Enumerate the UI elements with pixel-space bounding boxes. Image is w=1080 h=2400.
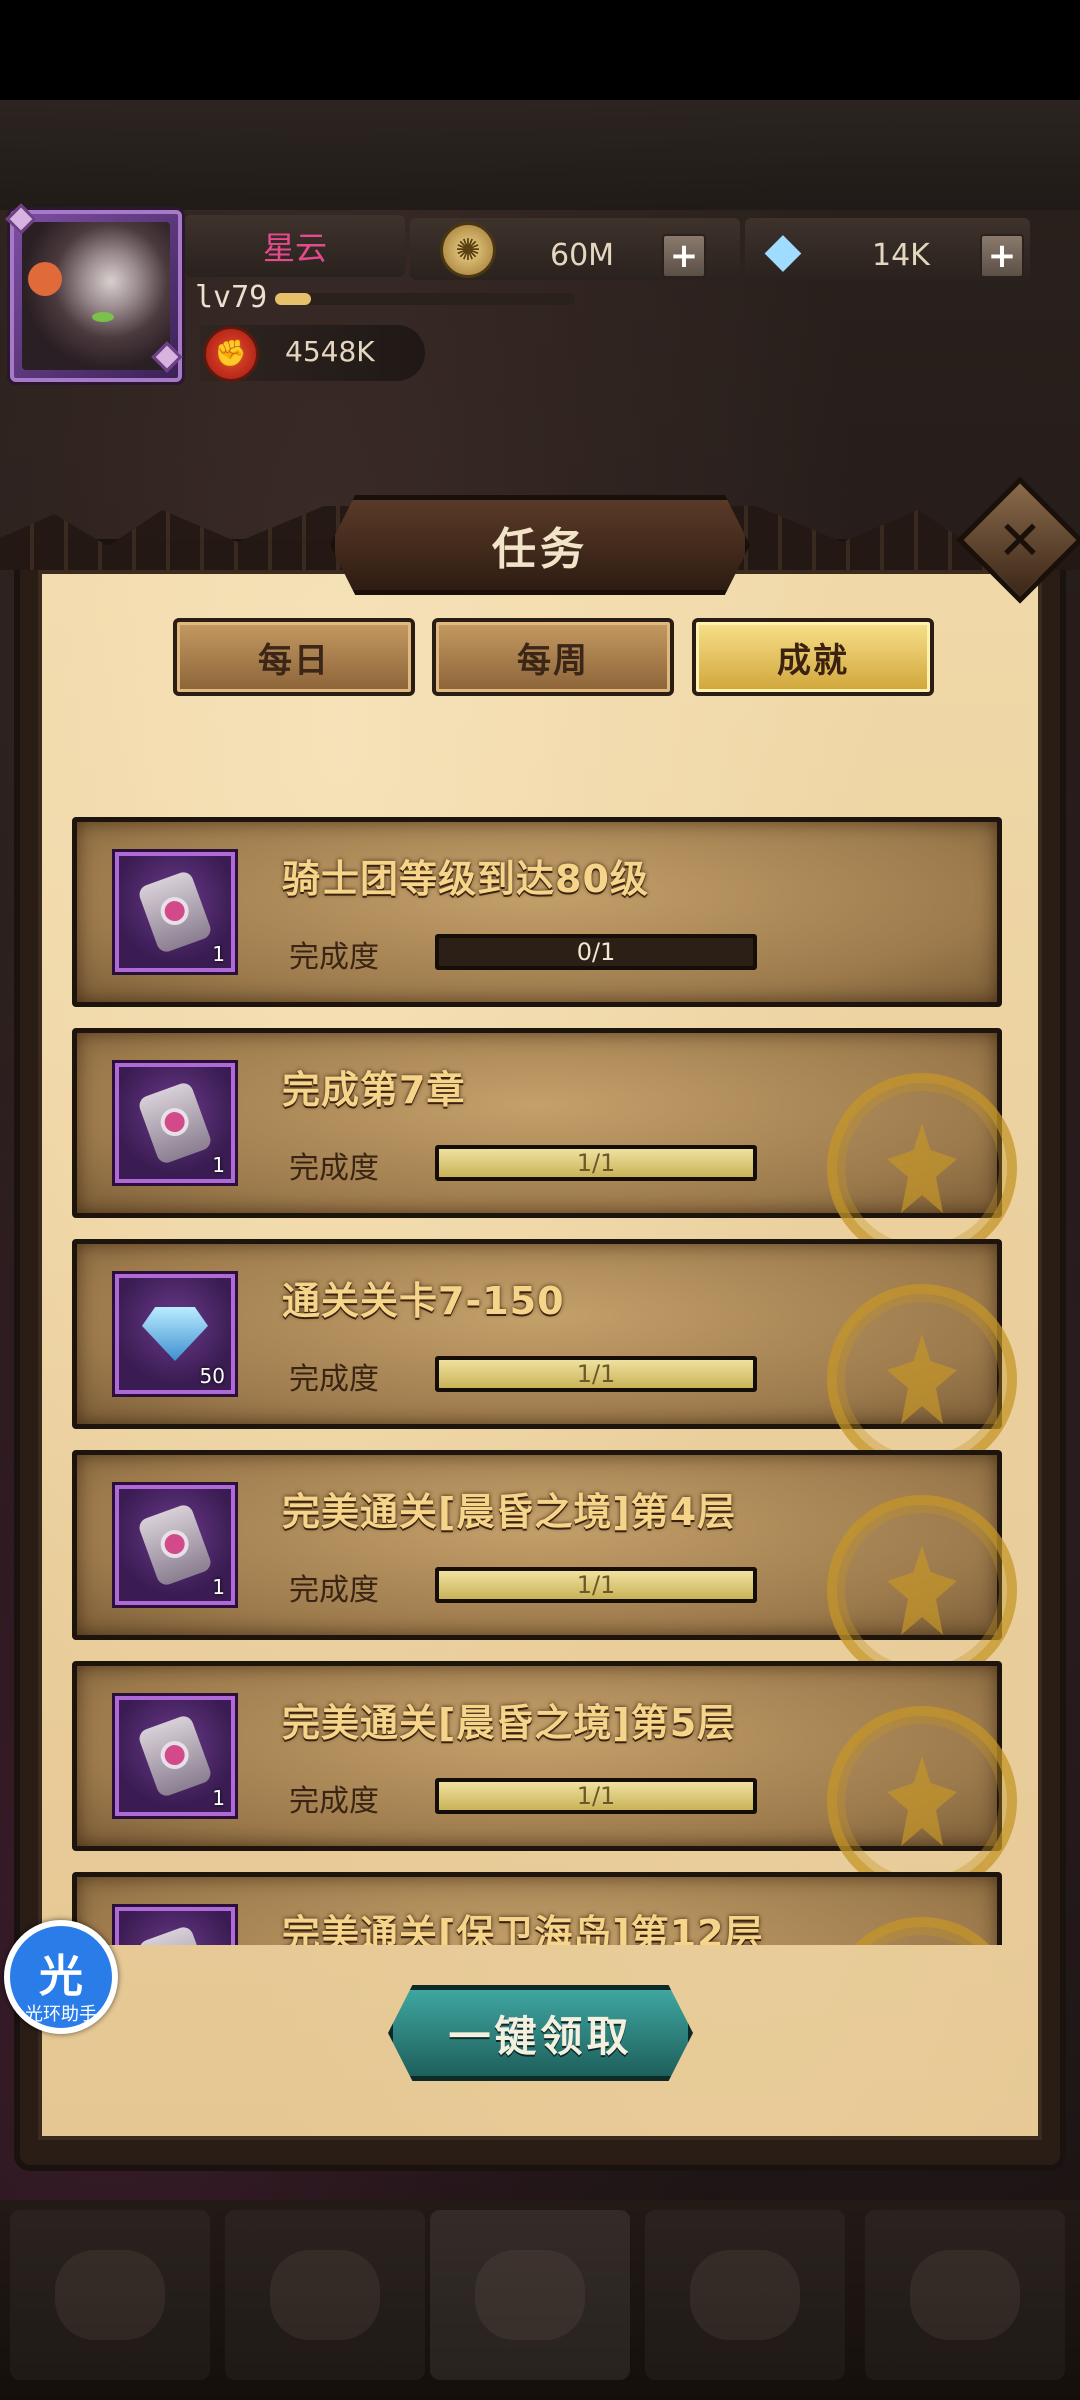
reward-item[interactable]: 50 xyxy=(115,1274,235,1394)
xp-bar xyxy=(275,293,575,305)
tab-daily[interactable]: 每日 xyxy=(173,618,415,696)
reward-item[interactable]: 1 xyxy=(115,1063,235,1183)
stamp-emblem xyxy=(887,1334,957,1424)
diamond-value: 14K xyxy=(872,238,930,273)
avatar-eye xyxy=(92,312,114,322)
nav-slot[interactable] xyxy=(10,2210,210,2380)
nav-slot[interactable] xyxy=(430,2210,630,2380)
task-card[interactable]: 1 骑士团等级到达80级 完成度 0/1 xyxy=(72,817,1002,1007)
progress-text: 1/1 xyxy=(576,1571,616,1599)
diamond-icon xyxy=(142,1307,208,1361)
task-card[interactable]: 1 完美通关[保卫海岛]第12层 完成度 1/1 xyxy=(72,1872,1017,1945)
progress-bar: 0/1 xyxy=(435,934,757,970)
avatar-flower xyxy=(28,262,62,296)
progress-label: 完成度 xyxy=(289,1784,379,1819)
progress-bar: 1/1 xyxy=(435,1145,757,1181)
power-value: 4548K xyxy=(285,335,375,368)
task-card[interactable]: 1 完成第7章 完成度 1/1 xyxy=(72,1028,1017,1263)
progress-bar: 1/1 xyxy=(435,1356,757,1392)
task-title: 完美通关[晨昏之境]第5层 xyxy=(282,1701,737,1745)
claim-all-button[interactable]: 一键领取 xyxy=(388,1985,693,2081)
stamp-emblem xyxy=(887,1123,957,1213)
reward-item[interactable]: 1 xyxy=(115,1485,235,1605)
scroll-icon xyxy=(136,1713,214,1799)
diamond-icon: ◆ xyxy=(764,222,802,278)
task-card[interactable]: 50 通关关卡7-150 完成度 1/1 xyxy=(72,1239,1017,1474)
task-title: 完美通关[保卫海岛]第12层 xyxy=(282,1912,764,1945)
task-list[interactable]: 1 骑士团等级到达80级 完成度 0/1 1 完成第7章 完成度 1/1 50 … xyxy=(60,805,1020,1945)
progress-label: 完成度 xyxy=(289,1362,379,1397)
scroll-icon xyxy=(136,1924,214,1945)
completed-stamp-icon xyxy=(827,1284,1017,1474)
scroll-icon xyxy=(136,1502,214,1588)
xp-fill xyxy=(275,293,311,305)
add-gold-button[interactable]: + xyxy=(662,234,706,278)
nav-slot[interactable] xyxy=(645,2210,845,2380)
add-diamond-button[interactable]: + xyxy=(980,234,1024,278)
stamp-emblem xyxy=(887,1756,957,1846)
tab-achievements[interactable]: 成就 xyxy=(692,618,934,696)
completed-stamp-icon xyxy=(827,1917,1017,1945)
player-level: lv79 xyxy=(195,280,268,315)
close-icon[interactable]: ✕ xyxy=(975,495,1065,585)
task-title: 通关关卡7-150 xyxy=(282,1279,565,1323)
completed-stamp-icon xyxy=(827,1495,1017,1685)
avatar-portrait xyxy=(22,222,170,370)
progress-text: 1/1 xyxy=(576,1149,616,1177)
completed-stamp-icon xyxy=(827,1073,1017,1263)
assistant-label: 光环助手 xyxy=(25,2004,97,2025)
progress-label: 完成度 xyxy=(289,1151,379,1186)
progress-bar: 1/1 xyxy=(435,1567,757,1603)
nav-slot[interactable] xyxy=(865,2210,1065,2380)
task-card[interactable]: 1 完美通关[晨昏之境]第4层 完成度 1/1 xyxy=(72,1450,1017,1685)
progress-label: 完成度 xyxy=(289,940,379,975)
progress-text: 1/1 xyxy=(576,1360,616,1388)
task-title: 完美通关[晨昏之境]第4层 xyxy=(282,1490,737,1534)
fist-icon: ✊ xyxy=(203,326,259,382)
gold-coin-icon: ✺ xyxy=(440,222,496,278)
task-title: 骑士团等级到达80级 xyxy=(282,857,649,901)
task-title: 完成第7章 xyxy=(282,1068,466,1112)
reward-item[interactable]: 1 xyxy=(115,1696,235,1816)
reward-quantity: 1 xyxy=(212,1153,225,1177)
status-bar xyxy=(0,0,1080,100)
stamp-emblem xyxy=(887,1545,957,1635)
progress-label: 完成度 xyxy=(289,1573,379,1608)
assistant-icon: 光 xyxy=(39,1951,83,2002)
top-strip xyxy=(0,100,1080,210)
reward-quantity: 1 xyxy=(212,942,225,966)
nav-slot[interactable] xyxy=(225,2210,425,2380)
progress-bar: 1/1 xyxy=(435,1778,757,1814)
scroll-icon xyxy=(136,869,214,955)
progress-text: 1/1 xyxy=(576,1782,616,1810)
completed-stamp-icon xyxy=(827,1706,1017,1896)
reward-quantity: 50 xyxy=(199,1364,225,1388)
reward-item[interactable]: 1 xyxy=(115,1907,235,1945)
reward-item[interactable]: 1 xyxy=(115,852,235,972)
scroll-icon xyxy=(136,1080,214,1166)
reward-quantity: 1 xyxy=(212,1786,225,1810)
reward-quantity: 1 xyxy=(212,1575,225,1599)
panel-title: 任务 xyxy=(330,495,750,595)
gold-value: 60M xyxy=(550,238,615,273)
progress-text: 0/1 xyxy=(576,938,616,966)
tab-weekly[interactable]: 每周 xyxy=(432,618,674,696)
task-card[interactable]: 1 完美通关[晨昏之境]第5层 完成度 1/1 xyxy=(72,1661,1017,1896)
player-name: 星云 xyxy=(185,215,405,277)
